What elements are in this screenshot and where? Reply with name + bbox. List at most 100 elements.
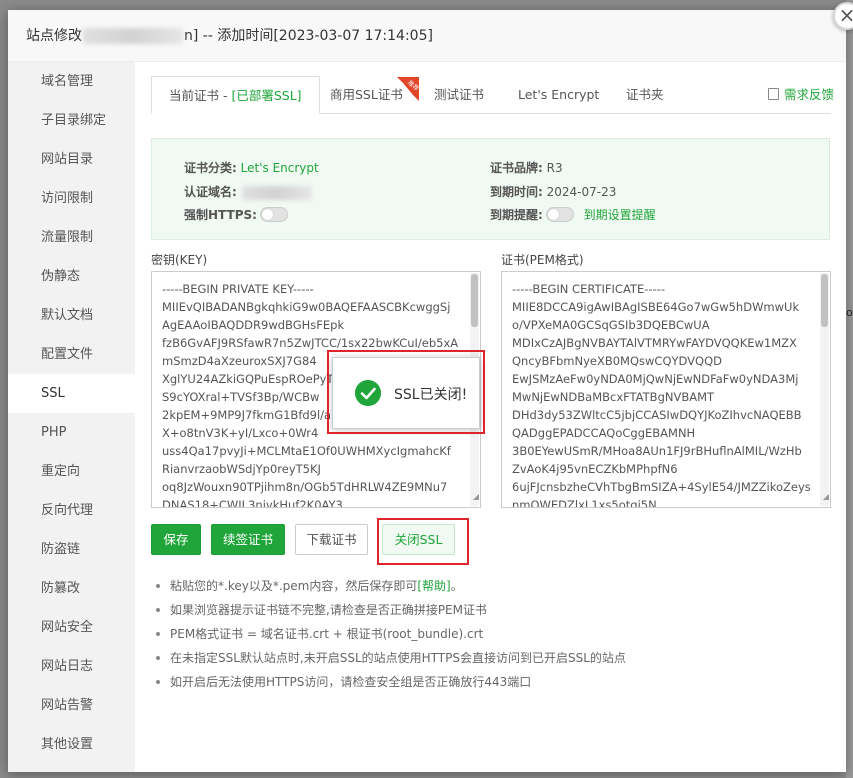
edit-icon <box>767 88 779 100</box>
key-line: -----BEGIN PRIVATE KEY----- <box>162 282 314 296</box>
sidebar-item[interactable]: 防篡改 <box>8 569 135 608</box>
sidebar-item[interactable]: 子目录绑定 <box>8 101 135 140</box>
cert-line: QncyBFbmNyeXB0MQswCQYDVQQD <box>512 354 722 368</box>
cert-line: -----BEGIN CERTIFICATE----- <box>512 282 665 296</box>
key-line: DNAS18+CWIL3nivkHuf2K0AY3 <box>162 498 343 508</box>
help-link[interactable]: [帮助] <box>417 579 450 593</box>
download-cert-button[interactable]: 下载证书 <box>295 524 368 555</box>
cert-line: 3B0EYewUSmR/MHoa8AUn1FJ9rBHuflnAlMIL/WzH… <box>512 444 802 458</box>
tab-commercial-ssl[interactable]: 商用SSL证书 <box>330 76 403 114</box>
expire-remind-row: 到期提醒: 到期设置提醒 <box>490 206 656 223</box>
redacted-domain <box>241 185 312 200</box>
resize-handle-icon[interactable]: ◢ <box>823 488 829 506</box>
tip-item: 如果浏览器提示证书链不完整,请检查是否正确拼接PEM证书 <box>151 598 626 622</box>
key-line: AgEAAoIBAQDDR9wdBGHsFEpk <box>162 318 345 332</box>
sidebar-item[interactable]: 网站告警 <box>8 686 135 725</box>
cert-line: ZvAoK4j95vnECZKbMPhpfN6 <box>512 462 678 476</box>
sidebar-item[interactable]: 其他设置 <box>8 725 135 764</box>
sidebar-item[interactable]: 默认文档 <box>8 296 135 335</box>
sidebar-item[interactable]: 流量限制 <box>8 218 135 257</box>
cert-category-row: 证书分类: Let's Encrypt <box>184 159 319 176</box>
cert-line: nmOWEDZlxL1xs5otqj5N <box>512 498 657 508</box>
certificate-textarea[interactable]: -----BEGIN CERTIFICATE----- MIIE8DCCA9igA… <box>501 271 831 508</box>
close-ssl-highlight <box>377 518 469 565</box>
renew-cert-button[interactable]: 续签证书 <box>211 524 285 555</box>
tab-current-cert[interactable]: 当前证书 - [已部署SSL] <box>151 76 320 114</box>
save-button[interactable]: 保存 <box>151 524 201 555</box>
expire-remind-link[interactable]: 到期设置提醒 <box>584 208 656 222</box>
sidebar-item[interactable]: 配置文件 <box>8 335 135 374</box>
key-line: uss4Qa17pvyJi+MCLMtaE1Of0UWHMXycIgmahcKf <box>162 444 451 458</box>
cert-line: MIIE8DCCA9igAwIBAgISBE64Go7wGw5hDWmwUk <box>512 300 800 314</box>
recommend-badge: 推荐 <box>397 77 419 101</box>
cert-brand-row: 证书品牌: R3 <box>490 159 563 176</box>
tab-cert-folder[interactable]: 证书夹 <box>626 76 664 114</box>
key-line: MIIEvQIBADANBgkqhkiG9w0BAQEFAASCBKcwggSj <box>162 300 451 314</box>
key-label: 密钥(KEY) <box>151 253 208 267</box>
feedback-label: 需求反馈 <box>783 87 834 102</box>
cert-brand-label: 证书品牌: <box>490 161 543 175</box>
cert-scrollbar[interactable] <box>820 273 829 506</box>
cert-line: 6ujFJcnsbzheCVhTbgBmSIZA+4SylE54/JMZZiko… <box>512 480 811 494</box>
expire-row: 到期时间: 2024-07-23 <box>490 183 616 200</box>
ssl-panel: 当前证书 - [已部署SSL] 商用SSL证书 推荐 测试证书 Let's En… <box>151 76 834 689</box>
redacted-site-name <box>83 28 183 44</box>
cert-domain-label: 认证域名: <box>184 185 237 199</box>
expire-label: 到期时间: <box>490 185 543 199</box>
sidebar-item[interactable]: 防盗链 <box>8 530 135 569</box>
sidebar-item[interactable]: 域名管理 <box>8 62 135 101</box>
feedback-link[interactable]: 需求反馈 <box>767 76 834 114</box>
cert-line: o/VPXeMA0GCSqGSIb3DQEBCwUA <box>512 318 710 332</box>
force-https-row: 强制HTTPS: <box>184 206 288 223</box>
tip-item: PEM格式证书 = 域名证书.crt + 根证书(root_bundle).cr… <box>151 622 626 646</box>
cert-line: DHd3dy53ZWltcC5jbjCCASIwDQYJKoZIhvcNAQEB… <box>512 408 802 422</box>
tip-item: 粘贴您的*.key以及*.pem内容，然后保存即可[帮助]。 <box>151 574 626 598</box>
sidebar-item[interactable]: SSL <box>8 374 135 413</box>
ssl-tabs: 当前证书 - [已部署SSL] 商用SSL证书 推荐 测试证书 Let's En… <box>151 76 834 114</box>
sidebar-item[interactable]: 反向代理 <box>8 491 135 530</box>
settings-sidebar: 域名管理 子目录绑定 网站目录 访问限制 流量限制 伪静态 默认文档 配置文件 SSL PHP 重定… <box>8 62 135 772</box>
force-https-toggle[interactable] <box>259 207 288 222</box>
cert-category-label: 证书分类: <box>184 161 237 175</box>
tab-lets-encrypt[interactable]: Let's Encrypt <box>518 76 599 114</box>
sidebar-item[interactable]: 网站安全 <box>8 608 135 647</box>
cert-line: MDIxCzAJBgNVBAYTAlVTMRYwFAYDVQQKEw1MZX <box>512 336 797 350</box>
cert-domain-row: 认证域名: <box>184 183 313 200</box>
key-line: oq8JzWouxn90TPjihm8n/OGb5TdHRLW4ZE9MNu7 <box>162 480 448 494</box>
tab-test-cert[interactable]: 测试证书 <box>434 76 484 114</box>
sidebar-item[interactable]: 网站日志 <box>8 647 135 686</box>
toast-highlight <box>327 350 485 434</box>
expire-value: 2024-07-23 <box>546 185 617 199</box>
background-area: or <box>846 0 853 778</box>
expire-remind-label: 到期提醒: <box>490 208 543 222</box>
sidebar-item[interactable]: 网站目录 <box>8 140 135 179</box>
cert-info-box: 证书分类: Let's Encrypt 认证域名: 强制HTTPS: 证书品牌:… <box>151 138 830 240</box>
help-tips: 粘贴您的*.key以及*.pem内容，然后保存即可[帮助]。 如果浏览器提示证书… <box>151 574 626 694</box>
cert-scrollbar-thumb[interactable] <box>821 274 828 327</box>
dialog-title-prefix: 站点修改 <box>26 28 82 44</box>
expire-remind-toggle[interactable] <box>545 207 574 222</box>
dialog-title-suffix: n] -- 添加时间[2023-03-07 17:14:05] <box>184 28 433 44</box>
cert-label: 证书(PEM格式) <box>501 253 584 267</box>
background-text-fragment: or <box>846 306 853 319</box>
close-icon[interactable]: × <box>833 2 853 30</box>
key-scrollbar-thumb[interactable] <box>471 274 478 327</box>
tip-item: 如开启后无法使用HTTPS访问，请检查安全组是否正确放行443端口 <box>151 670 626 694</box>
sidebar-item[interactable]: 伪静态 <box>8 257 135 296</box>
tip-item: 在未指定SSL默认站点时,未开启SSL的站点使用HTTPS会直接访问到已开启SS… <box>151 646 626 670</box>
cert-line: EwJSMzAeFw0yNDA0MjQwNjEwNDFaFw0yNDA3Mj <box>512 372 799 386</box>
sidebar-item[interactable]: PHP <box>8 413 135 452</box>
resize-handle-icon[interactable]: ◢ <box>473 488 479 506</box>
sidebar-item[interactable]: 重定向 <box>8 452 135 491</box>
deployed-status: [已部署SSL] <box>231 88 302 103</box>
cert-line: MwNjEwNDBaMBcxFTATBgNVBAMT <box>512 390 715 404</box>
force-https-label: 强制HTTPS: <box>184 208 257 222</box>
certificate-content: -----BEGIN CERTIFICATE----- MIIE8DCCA9igA… <box>512 280 828 508</box>
tip-1-end: 。 <box>450 579 463 593</box>
key-line: RianvrzaobWSdjYp0reyT5KJ <box>162 462 321 476</box>
cert-brand-value: R3 <box>546 161 563 175</box>
tab-current-cert-label: 当前证书 - <box>169 88 232 103</box>
cert-category-value: Let's Encrypt <box>240 161 319 175</box>
sidebar-item[interactable]: 访问限制 <box>8 179 135 218</box>
cert-line: QADggEPADCCAQoCggEBAMNH <box>512 426 696 440</box>
